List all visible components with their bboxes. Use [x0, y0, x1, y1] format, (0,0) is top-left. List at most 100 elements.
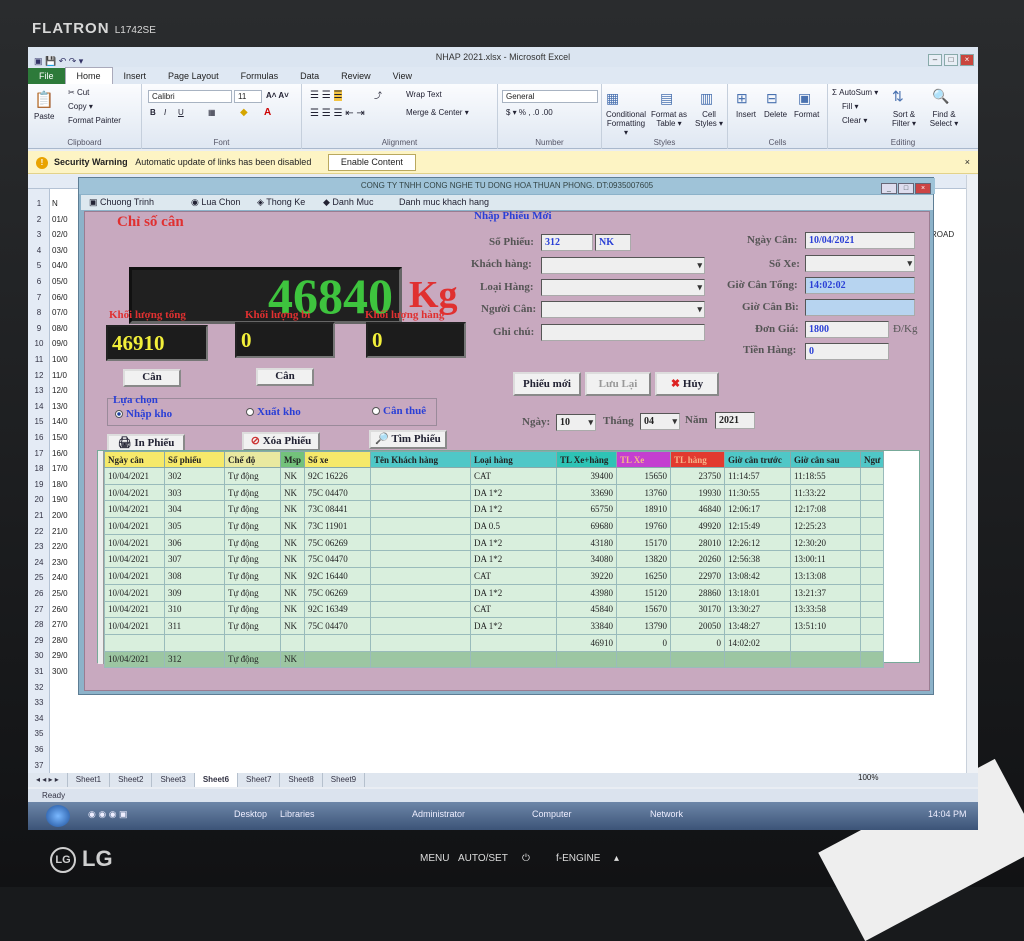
- table-cell[interactable]: [790, 633, 862, 652]
- table-cell[interactable]: 13:13:08: [790, 567, 862, 585]
- table-cell[interactable]: 92C 16440: [304, 567, 372, 585]
- table-row[interactable]: 10/04/2021 307 Tự động NK 75C 04470 DA 1*2 340…: [104, 550, 885, 569]
- table-cell[interactable]: [616, 650, 672, 669]
- cell-a[interactable]: 08/0: [52, 324, 68, 333]
- close-icon[interactable]: ×: [915, 183, 931, 194]
- table-cell[interactable]: 12:06:17: [724, 500, 792, 519]
- sheet-tab[interactable]: Sheet1: [68, 773, 111, 787]
- phieu-table[interactable]: Ngày cân Số phiếu Chế độ Msp Số xe Tên Khách …: [97, 450, 920, 669]
- table-cell[interactable]: 13:30:27: [724, 600, 792, 619]
- sheet-tab[interactable]: Sheet3: [152, 773, 195, 787]
- table-cell[interactable]: [860, 650, 885, 669]
- start-button[interactable]: [46, 805, 70, 827]
- table-cell[interactable]: 75C 04470: [304, 617, 372, 635]
- table-cell[interactable]: 312: [164, 650, 225, 669]
- ngay-can-field[interactable]: 10/04/2021: [805, 232, 915, 249]
- taskbar-administrator[interactable]: Administrator: [412, 809, 465, 819]
- table-cell[interactable]: 75C 04470: [304, 550, 372, 569]
- table-cell[interactable]: 28860: [670, 583, 726, 602]
- column-header[interactable]: Msp: [279, 451, 306, 468]
- table-cell[interactable]: [304, 650, 372, 669]
- table-cell[interactable]: [860, 617, 885, 635]
- table-cell[interactable]: [860, 483, 885, 502]
- row-number[interactable]: 24: [28, 558, 50, 567]
- table-cell[interactable]: [370, 500, 472, 519]
- table-cell[interactable]: 13:18:01: [724, 583, 792, 602]
- table-cell[interactable]: [470, 650, 558, 669]
- column-header[interactable]: Chế độ: [224, 451, 281, 468]
- row-number[interactable]: 37: [28, 761, 50, 770]
- tab-insert[interactable]: Insert: [113, 68, 158, 85]
- table-cell[interactable]: DA 1*2: [470, 483, 558, 502]
- monitor-auto-button[interactable]: AUTO/SET: [458, 853, 508, 864]
- paste-icon[interactable]: 📋: [34, 90, 54, 110]
- cell-a[interactable]: 18/0: [52, 480, 68, 489]
- table-cell[interactable]: 43980: [556, 583, 618, 602]
- table-cell[interactable]: 75C 04470: [304, 483, 372, 502]
- format-painter-button[interactable]: Format Painter: [68, 116, 121, 125]
- autosum-button[interactable]: Σ AutoSum ▾: [832, 88, 878, 97]
- table-row[interactable]: 10/04/2021 306 Tự động NK 75C 06269 DA 1*2 431…: [104, 533, 885, 552]
- huy-button[interactable]: ✖ Hủy: [655, 372, 719, 396]
- menu-thong-ke[interactable]: ◈ Thong Ke: [257, 195, 305, 210]
- tien-hang-field[interactable]: 0: [805, 343, 889, 360]
- tab-review[interactable]: Review: [330, 68, 382, 85]
- row-number[interactable]: 13: [28, 386, 50, 395]
- enable-content-button[interactable]: Enable Content: [327, 154, 416, 171]
- ngay-select[interactable]: 10: [556, 414, 596, 431]
- table-cell[interactable]: 33690: [556, 483, 618, 502]
- table-cell[interactable]: 13:51:10: [790, 617, 862, 635]
- cell-a[interactable]: 15/0: [52, 433, 68, 442]
- table-cell[interactable]: Tự động: [224, 533, 281, 552]
- table-cell[interactable]: 30170: [670, 600, 726, 619]
- wrap-text-button[interactable]: Wrap Text: [406, 90, 442, 99]
- table-cell[interactable]: 303: [164, 483, 225, 502]
- cell-a[interactable]: 03/0: [52, 246, 68, 255]
- table-cell[interactable]: 11:30:55: [724, 483, 792, 502]
- menu-chuong-trinh[interactable]: ▣ Chuong Trinh: [89, 195, 154, 210]
- table-cell[interactable]: 307: [164, 550, 225, 569]
- cell-a[interactable]: 17/0: [52, 464, 68, 473]
- row-number[interactable]: 27: [28, 605, 50, 614]
- table-cell[interactable]: DA 1*2: [470, 583, 558, 602]
- table-cell[interactable]: [104, 633, 165, 652]
- minimize-icon[interactable]: –: [928, 54, 942, 66]
- table-cell[interactable]: 11:14:57: [724, 467, 792, 485]
- column-header[interactable]: TL Xe: [616, 451, 672, 468]
- monitor-power-button[interactable]: ⏻: [522, 853, 530, 864]
- tab-home[interactable]: Home: [64, 67, 113, 85]
- font-grow-icon[interactable]: A˄ A˅: [266, 91, 289, 100]
- sheet-tab[interactable]: Sheet8: [280, 773, 323, 787]
- cell-a[interactable]: 04/0: [52, 261, 68, 270]
- cell-a[interactable]: 16/0: [52, 449, 68, 458]
- cell-a[interactable]: 14/0: [52, 417, 68, 426]
- sheet-tab[interactable]: Sheet7: [238, 773, 281, 787]
- row-number[interactable]: 2: [28, 215, 50, 224]
- table-cell[interactable]: [370, 517, 472, 535]
- cell-a[interactable]: 21/0: [52, 527, 68, 536]
- table-cell[interactable]: [860, 467, 885, 485]
- table-cell[interactable]: 0: [670, 633, 726, 652]
- insert-button[interactable]: Insert: [736, 110, 756, 119]
- table-row[interactable]: 10/04/2021 302 Tự động NK 92C 16226 CAT 39400 1…: [104, 467, 885, 485]
- cell-a[interactable]: 09/0: [52, 339, 68, 348]
- table-row[interactable]: 46910 0 0 14:02:02: [104, 633, 885, 652]
- table-cell[interactable]: 16250: [616, 567, 672, 585]
- tab-file[interactable]: File: [28, 68, 65, 85]
- table-cell[interactable]: 12:56:38: [724, 550, 792, 569]
- sheet-tab-active[interactable]: Sheet6: [194, 773, 239, 787]
- nhap-kho-radio[interactable]: Nhập kho: [115, 408, 172, 420]
- table-cell[interactable]: 73C 08441: [304, 500, 372, 519]
- table-cell[interactable]: NK: [279, 567, 306, 585]
- table-cell[interactable]: 39220: [556, 567, 618, 585]
- row-number[interactable]: 18: [28, 464, 50, 473]
- table-cell[interactable]: 311: [164, 617, 225, 635]
- taskbar-computer[interactable]: Computer: [532, 809, 572, 819]
- row-number[interactable]: 14: [28, 402, 50, 411]
- table-row[interactable]: 10/04/2021 312 Tự động NK: [104, 650, 885, 669]
- can-tong-button[interactable]: Cân: [123, 369, 181, 387]
- table-cell[interactable]: 13:48:27: [724, 617, 792, 635]
- tab-page-layout[interactable]: Page Layout: [157, 68, 230, 85]
- table-cell[interactable]: 12:30:20: [790, 533, 862, 552]
- table-cell[interactable]: 15650: [616, 467, 672, 485]
